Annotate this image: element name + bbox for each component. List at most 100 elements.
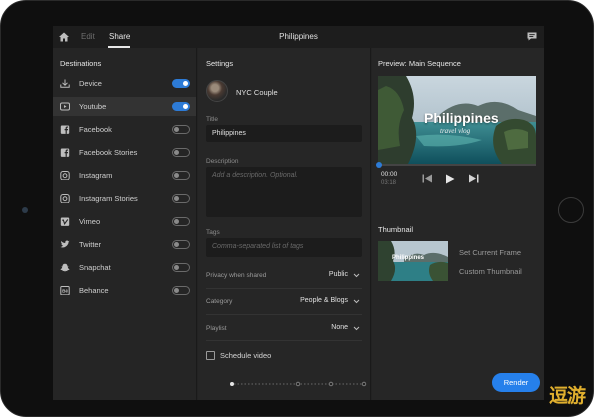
thumbnail-frame-image — [378, 241, 448, 281]
camera-lens — [22, 207, 28, 213]
toggle-knob — [174, 265, 179, 270]
facebook-icon — [60, 125, 70, 134]
tags-placeholder: Comma-separated list of tags — [212, 243, 304, 250]
feedback-icon[interactable] — [527, 32, 537, 41]
destination-toggle[interactable] — [172, 286, 190, 295]
destinations-heading: Destinations — [60, 59, 102, 68]
destination-toggle[interactable] — [172, 240, 190, 249]
chevron-down-icon — [353, 326, 360, 331]
youtube-icon — [60, 102, 70, 111]
destination-toggle[interactable] — [172, 263, 190, 272]
download-icon — [60, 79, 70, 88]
tags-label: Tags — [206, 229, 220, 236]
destination-row[interactable]: Instagram Stories — [53, 189, 196, 208]
toggle-knob — [174, 173, 179, 178]
top-bar: Edit Share Philippines — [53, 26, 544, 48]
toggle-knob — [174, 242, 179, 247]
schedule-video-label: Schedule video — [220, 351, 272, 360]
destination-toggle[interactable] — [172, 171, 190, 180]
destination-label: Twitter — [79, 240, 102, 249]
destination-label: Snapchat — [79, 263, 111, 272]
facebook-icon — [60, 148, 70, 157]
twitter-icon — [60, 240, 70, 248]
render-button[interactable]: Render — [492, 373, 540, 392]
step-back-icon[interactable] — [422, 174, 433, 183]
destination-label: Facebook — [79, 125, 112, 134]
toggle-knob — [174, 150, 179, 155]
destination-row[interactable]: Facebook Stories — [53, 143, 196, 162]
destination-label: Device — [79, 79, 102, 88]
thumbnail-image[interactable]: Philippines — [378, 241, 448, 281]
preview-panel: Preview: Main Sequence Philippines trave… — [372, 48, 544, 400]
total-timecode: 03:18 — [381, 180, 397, 186]
toggle-knob — [174, 127, 179, 132]
instagram-icon — [60, 171, 70, 180]
behance-icon: Bē — [60, 286, 70, 295]
divider — [206, 340, 362, 341]
destination-row[interactable]: Vimeo — [53, 212, 196, 231]
destination-toggle[interactable] — [172, 217, 190, 226]
timeline-scrubber[interactable] — [378, 164, 536, 166]
video-subtitle-overlay: travel vlog — [440, 127, 471, 135]
destination-row[interactable]: Snapchat — [53, 258, 196, 277]
vimeo-icon — [60, 217, 70, 226]
video-title-overlay: Philippines — [424, 110, 499, 126]
toggle-knob — [174, 196, 179, 201]
page-dot — [328, 381, 334, 387]
description-label: Description — [206, 158, 239, 165]
step-forward-icon[interactable] — [468, 174, 479, 183]
video-preview[interactable]: Philippines travel vlog — [378, 76, 536, 164]
destination-label: Facebook Stories — [79, 148, 138, 157]
divider — [206, 314, 362, 315]
page-dot-active — [230, 382, 234, 386]
playlist-label: Playlist — [206, 325, 227, 332]
chevron-down-icon — [353, 273, 360, 278]
divider — [206, 288, 362, 289]
tablet-frame: Edit Share Philippines Destinations Devi… — [0, 0, 594, 417]
project-title: Philippines — [279, 32, 318, 41]
toggle-knob — [174, 219, 179, 224]
destination-row[interactable]: Youtube — [53, 97, 196, 116]
set-current-frame-button[interactable]: Set Current Frame — [459, 248, 521, 257]
destination-toggle[interactable] — [172, 148, 190, 157]
avatar[interactable] — [206, 80, 228, 102]
app-screen: Edit Share Philippines Destinations Devi… — [53, 26, 544, 400]
destination-row[interactable]: Twitter — [53, 235, 196, 254]
page-indicator — [230, 381, 367, 387]
destination-row[interactable]: Bē Behance — [53, 281, 196, 300]
destination-row[interactable]: Facebook — [53, 120, 196, 139]
snapchat-icon — [60, 263, 70, 272]
description-field[interactable]: Add a description. Optional. — [206, 167, 362, 217]
privacy-value: Public — [328, 271, 348, 278]
privacy-select[interactable]: Privacy when shared Public — [206, 270, 362, 282]
destination-toggle[interactable] — [172, 125, 190, 134]
destination-toggle[interactable] — [172, 194, 190, 203]
destination-label: Vimeo — [79, 217, 101, 226]
home-button[interactable] — [558, 197, 584, 223]
title-field[interactable]: Philippines — [206, 125, 362, 142]
category-select[interactable]: Category People & Blogs — [206, 296, 362, 308]
title-value: Philippines — [212, 130, 246, 137]
destination-row[interactable]: Instagram — [53, 166, 196, 185]
destination-toggle[interactable] — [172, 102, 190, 111]
play-icon[interactable] — [445, 174, 455, 184]
account-name: NYC Couple — [236, 88, 278, 97]
category-label: Category — [206, 298, 233, 305]
chevron-down-icon — [353, 299, 360, 304]
toggle-knob — [183, 104, 188, 109]
preview-heading: Preview: Main Sequence — [378, 59, 461, 68]
custom-thumbnail-button[interactable]: Custom Thumbnail — [459, 267, 522, 276]
settings-heading: Settings — [206, 59, 234, 68]
playhead[interactable] — [376, 162, 382, 168]
destination-row[interactable]: Device — [53, 74, 196, 93]
title-label: Title — [206, 116, 219, 123]
schedule-video-checkbox[interactable] — [206, 351, 215, 360]
toggle-knob — [174, 288, 179, 293]
toggle-knob — [183, 81, 188, 86]
playlist-select[interactable]: Playlist None — [206, 323, 362, 335]
settings-panel: Settings NYC Couple Title Philippines De… — [198, 48, 371, 400]
tags-field[interactable]: Comma-separated list of tags — [206, 238, 362, 257]
instagram-icon — [60, 194, 70, 203]
destination-toggle[interactable] — [172, 79, 190, 88]
destination-label: Youtube — [79, 102, 107, 111]
